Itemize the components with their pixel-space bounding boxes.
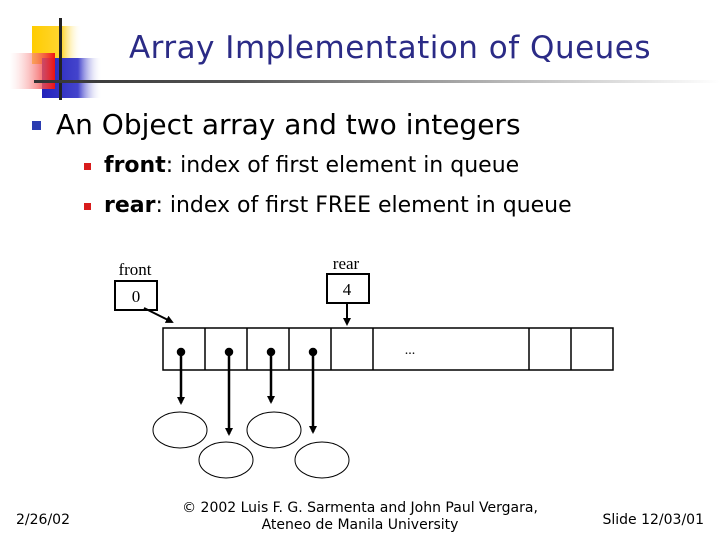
footer-slide-number: Slide 12/03/01 [602,512,705,528]
object-node [246,411,302,449]
footer-copyright-line2: Ateneo de Manila University [261,517,459,533]
queue-diagram: front 0 rear 4 ... [114,254,614,479]
front-value: 0 [132,287,141,306]
rear-label: rear [333,254,360,273]
object-node [294,441,350,479]
object-node [152,411,208,449]
object-node [198,441,254,479]
array-ellipsis: ... [405,343,416,358]
footer-copyright: © 2002 Luis F. G. Sarmenta and John Paul… [180,500,540,534]
front-label: front [118,260,151,279]
rear-value: 4 [343,280,352,299]
footer-date: 2/26/02 [16,512,70,528]
footer-copyright-line1: © 2002 Luis F. G. Sarmenta and John Paul… [182,500,538,516]
